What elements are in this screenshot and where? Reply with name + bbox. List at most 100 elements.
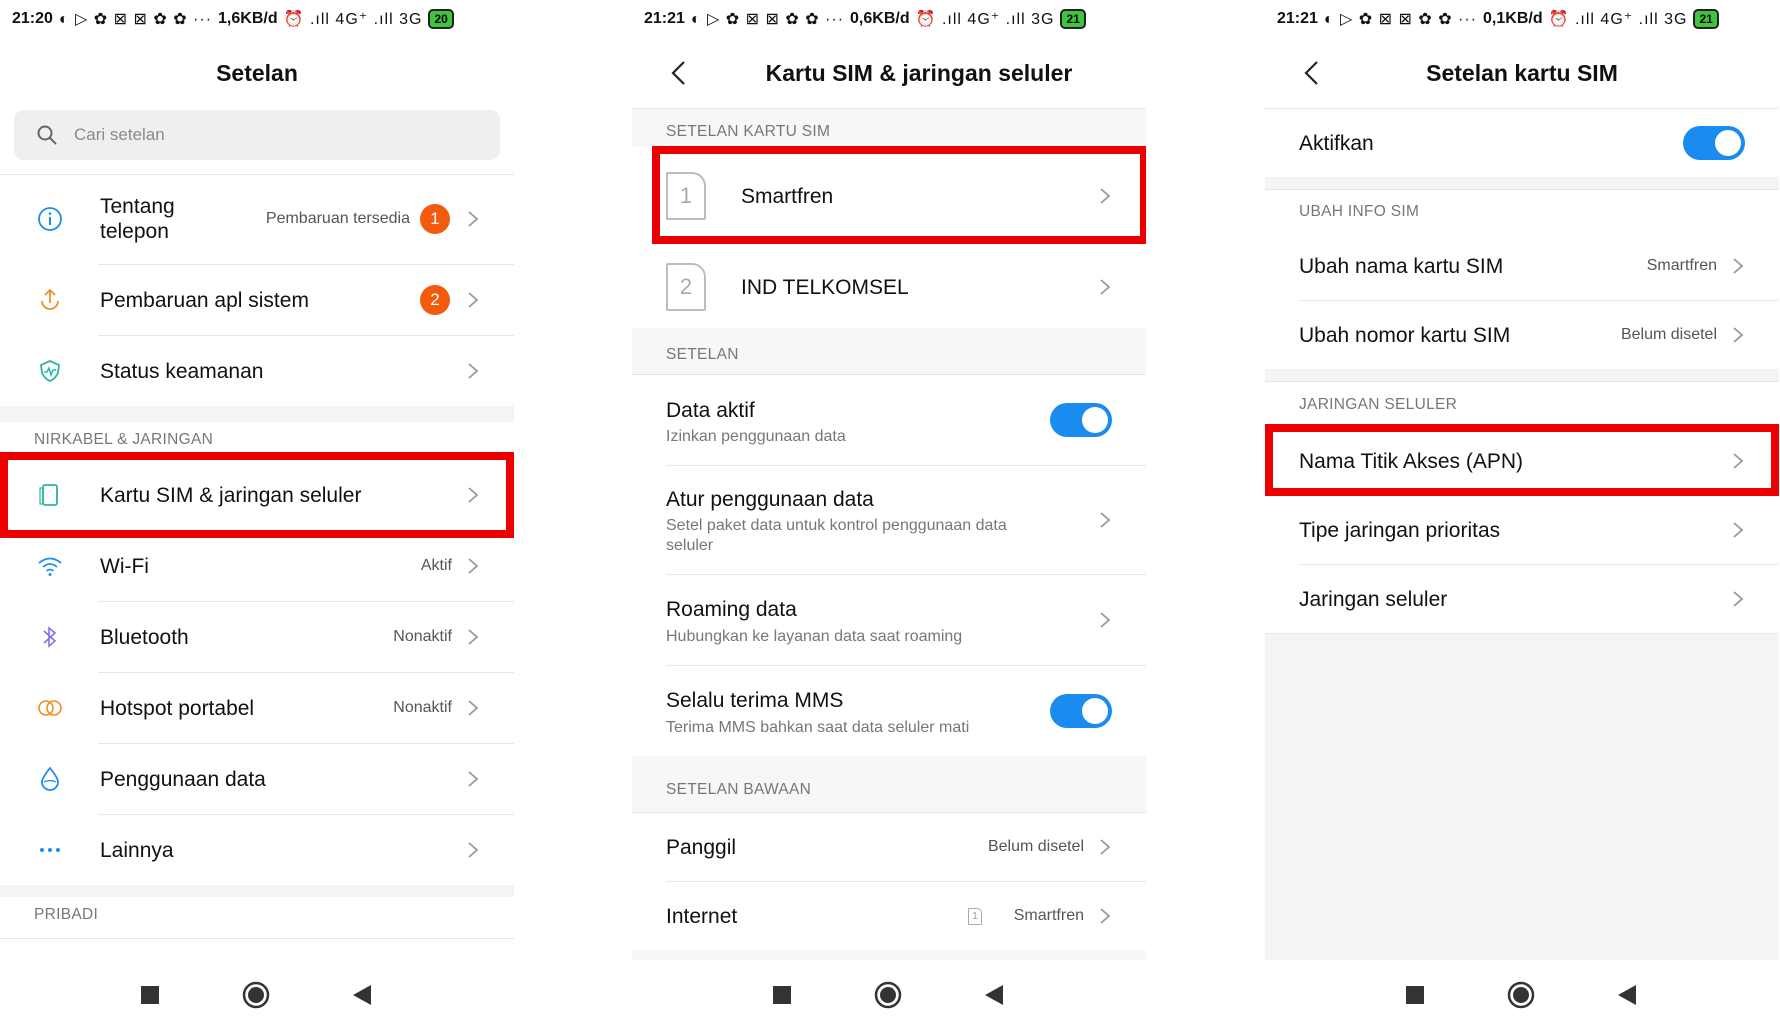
page-title: Kartu SIM & jaringan seluler <box>765 59 1073 86</box>
home-button[interactable] <box>226 960 286 1030</box>
item-label: Atur penggunaan data <box>666 488 874 511</box>
notification-icons: ◐ ▷ ✿ ⊠ ⊠ ✿ ✿ ··· <box>1323 11 1478 28</box>
item-value: Aktif <box>420 557 452 574</box>
network-speed: 1,6KB/d <box>218 10 278 27</box>
settings-item-bluetooth[interactable]: Bluetooth Nonaktif <box>0 602 514 672</box>
navigation-bar <box>632 960 1146 1030</box>
sim-slot-icon: 1 <box>968 907 982 925</box>
setting-data-plan[interactable]: Atur penggunaan data Setel paket data un… <box>632 466 1146 574</box>
setting-preferred-network-type[interactable]: Tipe jaringan prioritas <box>1265 496 1779 564</box>
recent-apps-button[interactable] <box>752 960 812 1030</box>
signal-icons: ⏰ .ıll 4G⁺ .ıll 3G <box>1548 11 1688 28</box>
chevron-right-icon <box>1733 258 1744 274</box>
triangle-back-icon <box>353 985 371 1005</box>
status-bar: 21:20 ◐ ▷ ✿ ⊠ ⊠ ✿ ✿ ··· 1,6KB/d ⏰ .ıll 4… <box>0 0 514 38</box>
section-header-wireless: NIRKABEL & JARINGAN <box>34 431 214 448</box>
settings-item-system-app-update[interactable]: Pembaruan apl sistem 2 <box>0 265 514 335</box>
default-internet-sim[interactable]: Internet 1 Smartfren <box>632 882 1146 950</box>
status-bar: 21:21 ◐ ▷ ✿ ⊠ ⊠ ✿ ✿ ··· 0,1KB/d ⏰ .ıll 4… <box>1265 0 1779 38</box>
setting-edit-sim-number[interactable]: Ubah nomor kartu SIM Belum disetel <box>1265 301 1779 369</box>
back-nav-button[interactable] <box>1597 960 1657 1030</box>
section-header-settings: SETELAN <box>666 346 739 363</box>
setting-activate-sim[interactable]: Aktifkan <box>1265 109 1779 177</box>
navigation-bar <box>0 960 514 1030</box>
recent-apps-button[interactable] <box>120 960 180 1030</box>
item-value: Nonaktif <box>393 699 452 716</box>
signal-icons: ⏰ .ıll 4G⁺ .ıll 3G <box>283 11 423 28</box>
search-input[interactable] <box>74 125 454 145</box>
update-count-badge: 1 <box>420 204 450 234</box>
signal-icons: ⏰ .ıll 4G⁺ .ıll 3G <box>915 11 1055 28</box>
network-speed: 0,6KB/d <box>850 10 910 27</box>
page-title: Setelan <box>216 59 298 86</box>
activate-sim-toggle[interactable] <box>1683 126 1745 160</box>
back-nav-button[interactable] <box>332 960 392 1030</box>
settings-item-hotspot[interactable]: Hotspot portabel Nonaktif <box>0 673 514 743</box>
highlight-box <box>1265 424 1779 496</box>
setting-always-mms[interactable]: Selalu terima MMS Terima MMS bahkan saat… <box>632 666 1146 756</box>
sim-slot-icon: 2 <box>666 263 706 311</box>
more-dots-icon <box>36 836 64 864</box>
notification-icons: ◐ ▷ ✿ ⊠ ⊠ ✿ ✿ ··· <box>58 11 213 28</box>
home-button[interactable] <box>858 960 918 1030</box>
item-label: Penggunaan data <box>100 767 266 791</box>
chevron-right-icon <box>468 363 479 379</box>
setting-mobile-networks[interactable]: Jaringan seluler <box>1265 565 1779 633</box>
item-label: Ubah nama kartu SIM <box>1299 254 1504 278</box>
chevron-right-icon <box>1100 839 1111 855</box>
recent-apps-button[interactable] <box>1385 960 1445 1030</box>
shield-icon <box>36 357 64 385</box>
page-title: Setelan kartu SIM <box>1426 59 1618 86</box>
highlight-box <box>0 452 514 538</box>
settings-item-data-usage[interactable]: Penggunaan data <box>0 744 514 814</box>
item-label: Bluetooth <box>100 625 189 649</box>
chevron-right-icon <box>468 211 479 227</box>
item-label: Aktifkan <box>1299 131 1374 155</box>
section-header-default-settings: SETELAN BAWAAN <box>666 781 812 798</box>
circle-icon <box>242 981 270 1009</box>
mobile-data-toggle[interactable] <box>1050 403 1112 437</box>
chevron-right-icon <box>468 771 479 787</box>
item-label: Roaming data <box>666 598 797 621</box>
setting-mobile-data[interactable]: Data aktif Izinkan penggunaan data <box>632 375 1146 465</box>
back-nav-button[interactable] <box>964 960 1024 1030</box>
battery-icon: 21 <box>1693 9 1719 29</box>
settings-item-wifi[interactable]: Wi-Fi Aktif <box>0 531 514 601</box>
status-time: 21:21 <box>1277 10 1318 27</box>
search-bar[interactable] <box>14 110 500 160</box>
item-label: Tentang telepon <box>100 195 175 243</box>
info-icon <box>36 205 64 233</box>
setting-edit-sim-name[interactable]: Ubah nama kartu SIM Smartfren <box>1265 232 1779 300</box>
item-value: Pembaruan tersedia <box>265 210 410 227</box>
sim-slot-2[interactable]: 2 IND TELKOMSEL <box>632 246 1146 328</box>
chevron-right-icon <box>468 629 479 645</box>
settings-item-more[interactable]: Lainnya <box>0 815 514 885</box>
item-subtitle: Terima MMS bahkan saat data seluler mati <box>666 719 970 736</box>
item-value: Belum disetel <box>987 838 1084 855</box>
home-button[interactable] <box>1491 960 1551 1030</box>
circle-icon <box>874 981 902 1009</box>
navigation-bar <box>1265 960 1779 1030</box>
chevron-right-icon <box>1100 279 1111 295</box>
item-label: Wi-Fi <box>100 554 149 578</box>
default-call-sim[interactable]: Panggil Belum disetel <box>632 813 1146 881</box>
item-label: Data aktif <box>666 399 755 422</box>
section-header-sim-settings: SETELAN KARTU SIM <box>666 123 831 140</box>
chevron-right-icon <box>1100 612 1111 628</box>
item-label: Pembaruan apl sistem <box>100 288 309 312</box>
item-value: Smartfren <box>1646 257 1717 274</box>
settings-item-security-status[interactable]: Status keamanan <box>0 336 514 406</box>
highlight-box <box>652 146 1146 244</box>
item-subtitle: Izinkan penggunaan data <box>666 428 846 445</box>
chevron-right-icon <box>1733 522 1744 538</box>
item-subtitle: Setel paket data untuk kontrol penggunaa… <box>666 517 1007 554</box>
item-value: Smartfren <box>1013 907 1084 924</box>
chevron-right-icon <box>1733 327 1744 343</box>
mms-toggle[interactable] <box>1050 694 1112 728</box>
item-label: Status keamanan <box>100 359 264 383</box>
setting-data-roaming[interactable]: Roaming data Hubungkan ke layanan data s… <box>632 575 1146 665</box>
item-label: Panggil <box>666 835 737 859</box>
item-label: Lainnya <box>100 838 174 862</box>
settings-item-about-phone[interactable]: Tentang telepon Pembaruan tersedia 1 <box>0 176 514 262</box>
item-label: Ubah nomor kartu SIM <box>1299 323 1511 347</box>
